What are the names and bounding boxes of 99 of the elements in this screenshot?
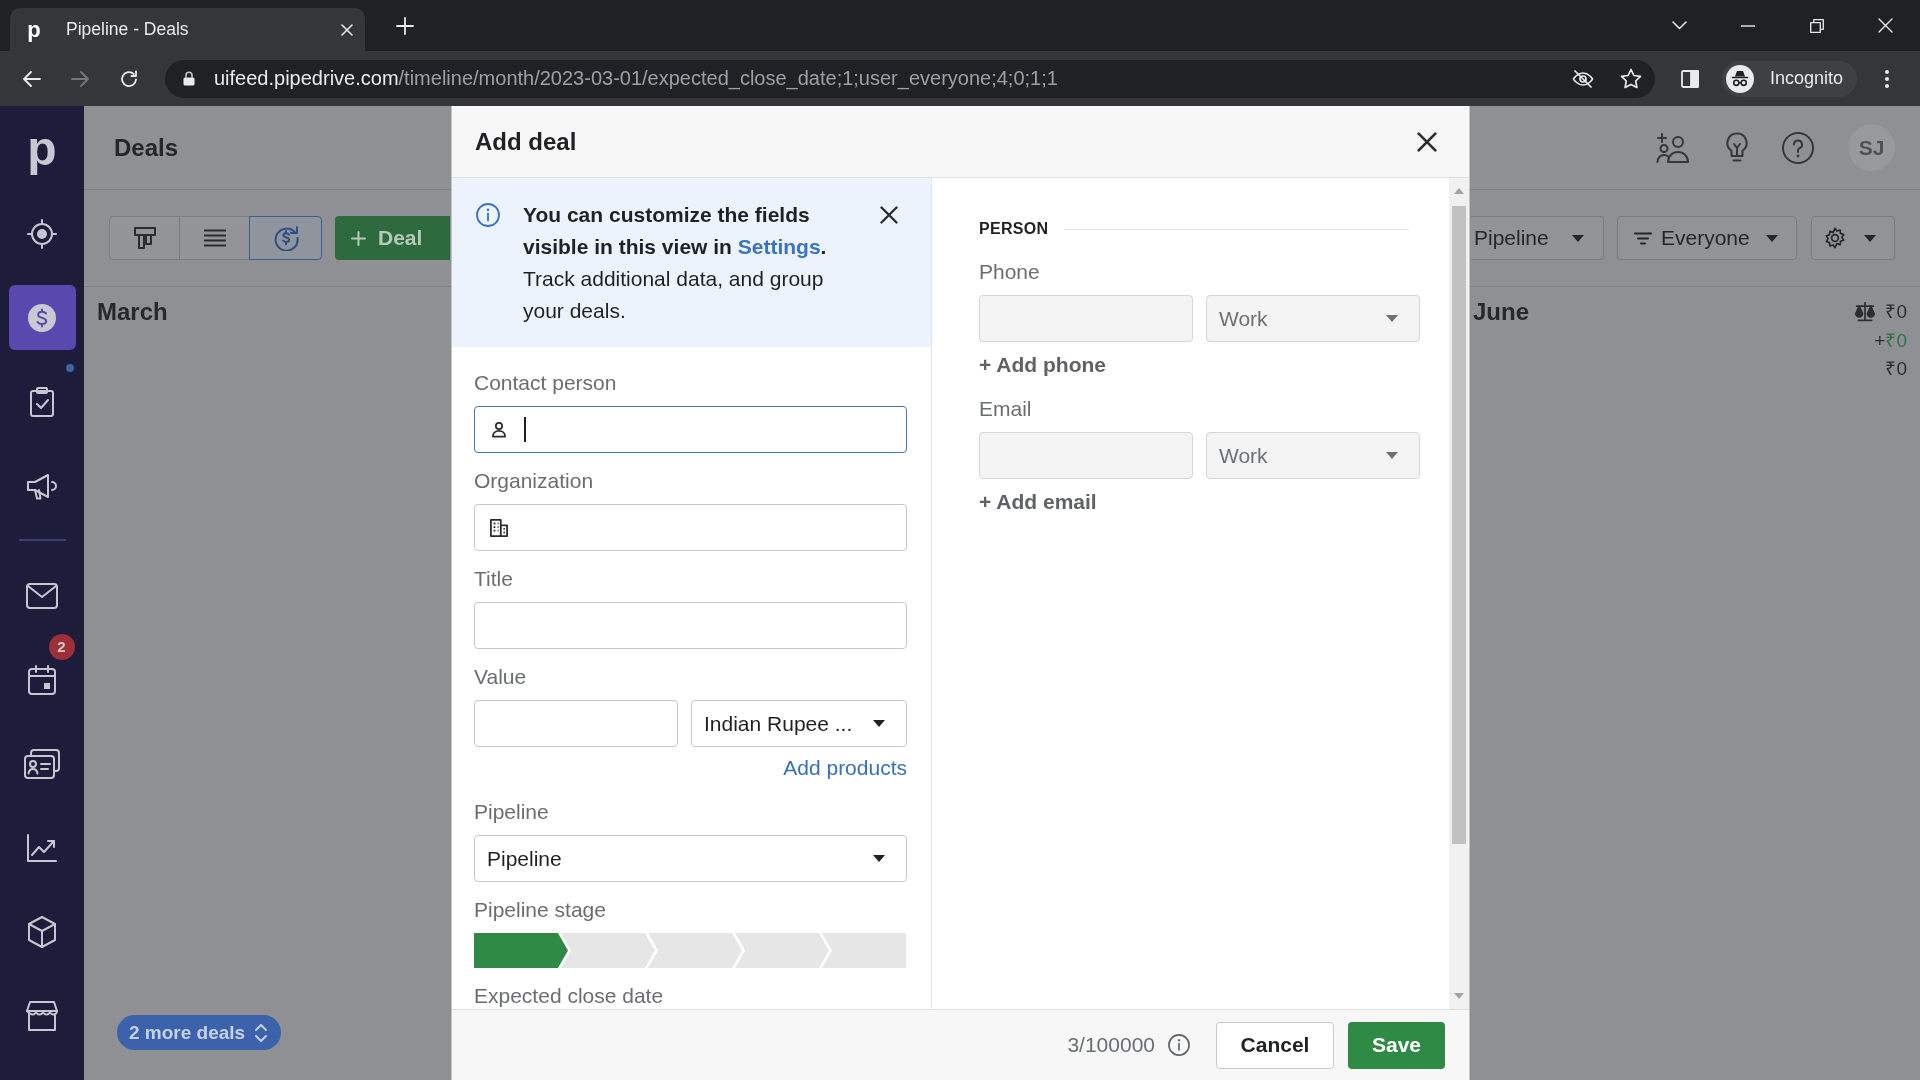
currency-select[interactable]: Indian Rupee ... xyxy=(691,700,907,747)
settings-dropdown[interactable] xyxy=(1811,216,1895,260)
clipboard-check-icon xyxy=(30,386,54,417)
envelope-icon xyxy=(26,582,58,609)
input-field[interactable] xyxy=(474,406,907,453)
caret-down-icon xyxy=(1572,234,1584,242)
close-icon[interactable] xyxy=(880,205,898,224)
storefront-icon xyxy=(26,1000,58,1031)
cancel-button[interactable]: Cancel xyxy=(1216,1021,1334,1069)
reload-icon[interactable] xyxy=(120,69,138,88)
profile-button[interactable]: Incognito xyxy=(1722,60,1858,97)
text-cursor-icon xyxy=(524,417,526,442)
caret-down-icon xyxy=(873,855,885,862)
stage-segment[interactable] xyxy=(561,933,655,968)
month-title: March xyxy=(97,300,168,324)
settings-icon xyxy=(1824,227,1846,249)
field-label: Pipeline xyxy=(474,801,549,823)
list-view-button[interactable] xyxy=(179,216,250,260)
caret-down-icon xyxy=(873,720,885,727)
field-label: Email xyxy=(979,398,1032,420)
add-link[interactable]: + Add email xyxy=(979,491,1097,513)
star-icon[interactable] xyxy=(1620,68,1642,89)
megaphone-icon xyxy=(26,471,58,500)
pipeline-select[interactable]: Pipeline xyxy=(474,835,907,882)
save-button[interactable]: Save xyxy=(1348,1021,1445,1069)
type-select[interactable]: Work xyxy=(1206,432,1420,479)
page-title: Deals xyxy=(114,133,179,162)
input-field[interactable] xyxy=(474,700,678,747)
filter-icon xyxy=(1634,231,1652,245)
favicon: p xyxy=(26,18,42,41)
pipeline-dropdown[interactable]: Pipeline xyxy=(1471,216,1604,260)
caret-down-icon xyxy=(1386,452,1398,459)
building-icon xyxy=(490,518,508,537)
columns-icon xyxy=(133,227,156,249)
calendar-icon xyxy=(28,664,56,695)
more-deals-button[interactable]: 2 more deals xyxy=(117,1015,282,1050)
help-icon[interactable] xyxy=(1782,131,1814,164)
caret-down-icon xyxy=(1864,234,1876,242)
owner-filter-dropdown[interactable]: Everyone xyxy=(1617,216,1797,260)
field-label: Pipeline stage xyxy=(474,899,606,921)
info-icon xyxy=(476,202,500,227)
contact-card-icon xyxy=(24,748,60,779)
character-counter: 3/100000 xyxy=(1067,1033,1155,1057)
balance-scale-icon xyxy=(1854,302,1877,323)
month-title: June xyxy=(1473,300,1529,324)
dialog-title: Add deal xyxy=(475,127,577,156)
add-person-icon[interactable] xyxy=(1656,132,1692,163)
won-total: +₹0 xyxy=(1874,328,1907,353)
caret-down-icon xyxy=(1386,315,1398,322)
field-label: Value xyxy=(474,666,527,688)
add-link[interactable]: + Add phone xyxy=(979,354,1106,376)
user-avatar[interactable]: SJ xyxy=(1848,124,1895,171)
dollar-coin-icon xyxy=(27,302,57,333)
plus-icon xyxy=(351,230,366,246)
kebab-menu-icon[interactable] xyxy=(1885,69,1890,88)
settings-link[interactable]: Settings xyxy=(737,234,821,258)
field-label: Title xyxy=(474,568,513,590)
crosshair-icon xyxy=(27,218,57,249)
incognito-icon xyxy=(1726,64,1754,93)
total-value: ₹0 xyxy=(1885,357,1907,381)
caret-down-icon xyxy=(1766,234,1778,242)
chevron-down-icon[interactable] xyxy=(1672,21,1687,30)
section-heading: PERSON xyxy=(979,219,1049,239)
forward-arrow-icon[interactable] xyxy=(71,70,89,87)
field-label: Contact person xyxy=(474,372,617,394)
up-down-chevron-icon xyxy=(255,1023,268,1042)
type-select[interactable]: Work xyxy=(1206,295,1420,342)
plus-icon[interactable] xyxy=(396,16,414,35)
info-message: You can customize the fields visible in this view in Settings. Track additional data, and group your deals. xyxy=(523,201,828,324)
circular-arrow-dollar-icon xyxy=(272,225,299,251)
add-products-link[interactable]: Add products xyxy=(783,757,907,779)
lock-icon xyxy=(183,71,195,86)
address-bar[interactable]: uifeed.pipedrive.com/timeline/month/2023-03-01/expected_close_date;1;user_everyone;4;0;1;1 xyxy=(165,59,1655,98)
weighted-total: ₹0 xyxy=(1885,300,1907,324)
stage-segment[interactable] xyxy=(474,933,568,968)
side-panel-icon[interactable] xyxy=(1681,69,1699,88)
input-field[interactable] xyxy=(474,504,907,551)
nav-item[interactable] xyxy=(8,285,76,350)
close-icon[interactable] xyxy=(1417,131,1437,152)
notification-badge: 2 xyxy=(48,634,75,660)
restore-icon[interactable] xyxy=(1809,18,1824,33)
field-label: Phone xyxy=(979,261,1040,283)
eye-slash-icon[interactable] xyxy=(1572,69,1594,88)
field-label: Organization xyxy=(474,470,594,492)
line-chart-icon xyxy=(27,833,57,862)
input-field[interactable] xyxy=(474,602,907,649)
forecast-view-button[interactable] xyxy=(249,216,322,260)
browser-tab[interactable]: p Pipeline - Deals xyxy=(10,8,365,51)
lightbulb-icon[interactable] xyxy=(1726,131,1748,164)
list-icon xyxy=(202,229,227,247)
minimize-icon[interactable] xyxy=(1740,24,1755,27)
person-icon xyxy=(492,421,506,438)
scrollbar-thumb[interactable] xyxy=(1452,206,1466,844)
board-view-button[interactable] xyxy=(109,216,180,260)
field-label: Expected close date xyxy=(474,985,664,1007)
back-arrow-icon[interactable] xyxy=(23,70,41,87)
add-deal-button[interactable]: Deal xyxy=(335,216,450,260)
cube-icon xyxy=(27,915,57,948)
info-icon xyxy=(1168,1034,1190,1056)
